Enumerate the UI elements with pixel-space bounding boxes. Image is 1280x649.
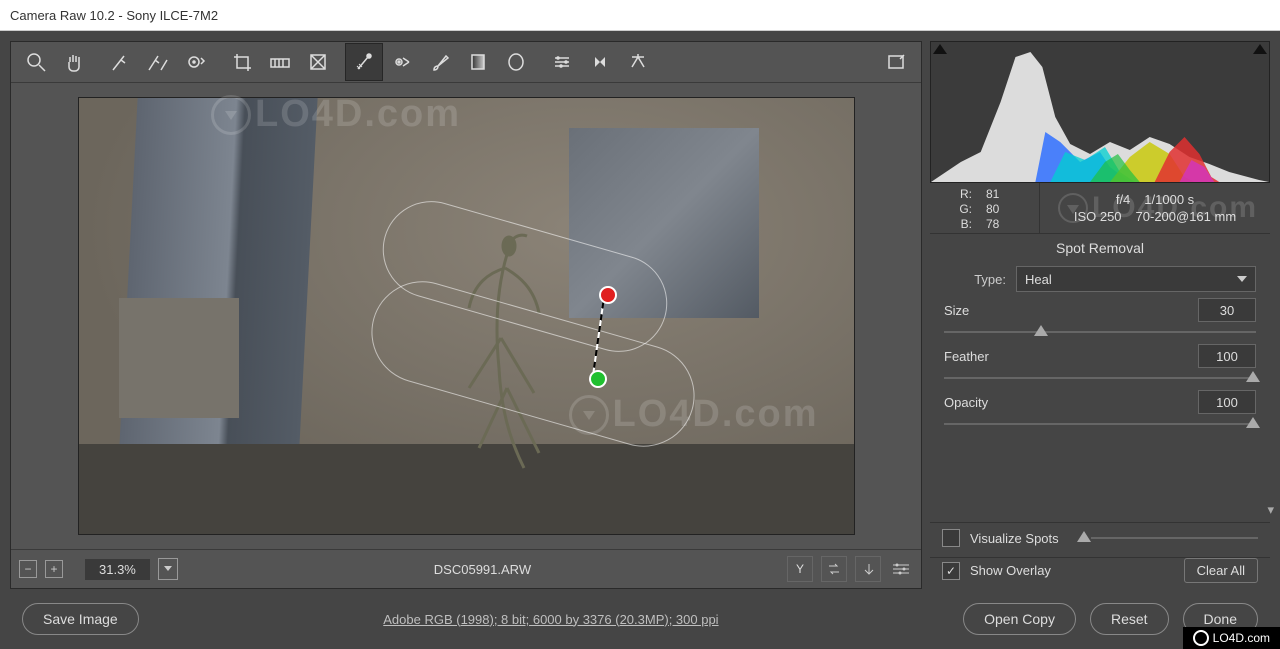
- single-view-icon[interactable]: −: [19, 560, 37, 578]
- preferences-icon[interactable]: [543, 43, 581, 81]
- heal-source-point[interactable]: [599, 286, 617, 304]
- opacity-label: Opacity: [944, 395, 988, 410]
- size-label: Size: [944, 303, 969, 318]
- size-slider[interactable]: [944, 324, 1256, 340]
- dialog-footer: Save Image Adobe RGB (1998); 8 bit; 6000…: [0, 589, 1280, 649]
- visualize-row: Visualize Spots: [930, 523, 1270, 557]
- opacity-value[interactable]: 100: [1198, 390, 1256, 414]
- before-after-y-icon[interactable]: Y: [787, 556, 813, 582]
- visualize-spots-label: Visualize Spots: [970, 531, 1059, 546]
- heal-destination-point[interactable]: [589, 370, 607, 388]
- camera-raw-window: Camera Raw 10.2 - Sony ILCE-7M2: [0, 0, 1280, 649]
- workflow-link[interactable]: Adobe RGB (1998); 8 bit; 6000 by 3376 (2…: [153, 612, 949, 627]
- image-column: LO4D.com LO4D.com − + 31.3% DSC05991.ARW…: [10, 41, 922, 589]
- size-value[interactable]: 30: [1198, 298, 1256, 322]
- graduated-filter-tool[interactable]: [459, 43, 497, 81]
- panel-title: Spot Removal: [930, 234, 1270, 262]
- tool-toolbar: [11, 42, 921, 83]
- rgb-readout: R:81 G:80 B:78: [930, 183, 1040, 233]
- feather-label: Feather: [944, 349, 989, 364]
- targeted-adjust-tool[interactable]: [177, 43, 215, 81]
- site-brand-badge: LO4D.com: [1183, 627, 1280, 649]
- crop-tool[interactable]: [223, 43, 261, 81]
- rotate-left-tool[interactable]: [581, 43, 619, 81]
- window-title: Camera Raw 10.2 - Sony ILCE-7M2: [10, 8, 218, 23]
- spot-removal-panel: Type: Heal Size 30: [930, 262, 1270, 522]
- filename-label: DSC05991.ARW: [186, 562, 779, 577]
- swap-icon[interactable]: [821, 556, 847, 582]
- straighten-tool[interactable]: [261, 43, 299, 81]
- fullscreen-toggle-icon[interactable]: [877, 43, 915, 81]
- open-copy-button[interactable]: Open Copy: [963, 603, 1076, 635]
- canvas-area[interactable]: LO4D.com LO4D.com: [11, 83, 921, 549]
- histogram[interactable]: [930, 41, 1270, 183]
- scroll-down-icon[interactable]: ▾: [1267, 502, 1274, 518]
- right-panel: R:81 G:80 B:78 f/41/1000 s ISO 25070-200…: [930, 41, 1270, 589]
- info-row: R:81 G:80 B:78 f/41/1000 s ISO 25070-200…: [930, 183, 1270, 234]
- type-label: Type:: [944, 272, 1016, 287]
- adjustment-brush-tool[interactable]: [421, 43, 459, 81]
- rgb-b-value: 78: [986, 217, 999, 232]
- image-canvas[interactable]: LO4D.com: [78, 97, 855, 535]
- rgb-g-value: 80: [986, 202, 999, 217]
- color-sampler-tool[interactable]: [139, 43, 177, 81]
- exif-readout: f/41/1000 s ISO 25070-200@161 mm: [1040, 183, 1270, 233]
- save-image-button[interactable]: Save Image: [22, 603, 139, 635]
- zoom-dropdown-icon[interactable]: [158, 558, 178, 580]
- zoom-level[interactable]: 31.3%: [85, 559, 150, 580]
- rotate-right-tool[interactable]: [619, 43, 657, 81]
- hand-tool[interactable]: [55, 43, 93, 81]
- clear-all-button[interactable]: Clear All: [1184, 558, 1258, 583]
- main-row: LO4D.com LO4D.com − + 31.3% DSC05991.ARW…: [0, 31, 1280, 589]
- canvas-status-bar: − + 31.3% DSC05991.ARW Y: [11, 549, 921, 588]
- feather-value[interactable]: 100: [1198, 344, 1256, 368]
- app-body: LO4D.com LO4D.com − + 31.3% DSC05991.ARW…: [0, 31, 1280, 649]
- visualize-spots-checkbox[interactable]: [942, 529, 960, 547]
- window-titlebar: Camera Raw 10.2 - Sony ILCE-7M2: [0, 0, 1280, 31]
- white-balance-tool[interactable]: [101, 43, 139, 81]
- spot-removal-tool[interactable]: [345, 43, 383, 81]
- rgb-r-value: 81: [986, 187, 999, 202]
- red-eye-tool[interactable]: [383, 43, 421, 81]
- show-overlay-checkbox[interactable]: [942, 562, 960, 580]
- compare-view-icon[interactable]: +: [45, 560, 63, 578]
- radial-filter-tool[interactable]: [497, 43, 535, 81]
- visualize-slider[interactable]: [1077, 533, 1258, 543]
- show-overlay-label: Show Overlay: [970, 563, 1051, 578]
- zoom-tool[interactable]: [17, 43, 55, 81]
- type-select[interactable]: Heal: [1016, 266, 1256, 292]
- copy-settings-icon[interactable]: [855, 556, 881, 582]
- settings-menu-icon[interactable]: [889, 557, 913, 581]
- feather-slider[interactable]: [944, 370, 1256, 386]
- opacity-slider[interactable]: [944, 416, 1256, 432]
- transform-tool[interactable]: [299, 43, 337, 81]
- reset-button[interactable]: Reset: [1090, 603, 1169, 635]
